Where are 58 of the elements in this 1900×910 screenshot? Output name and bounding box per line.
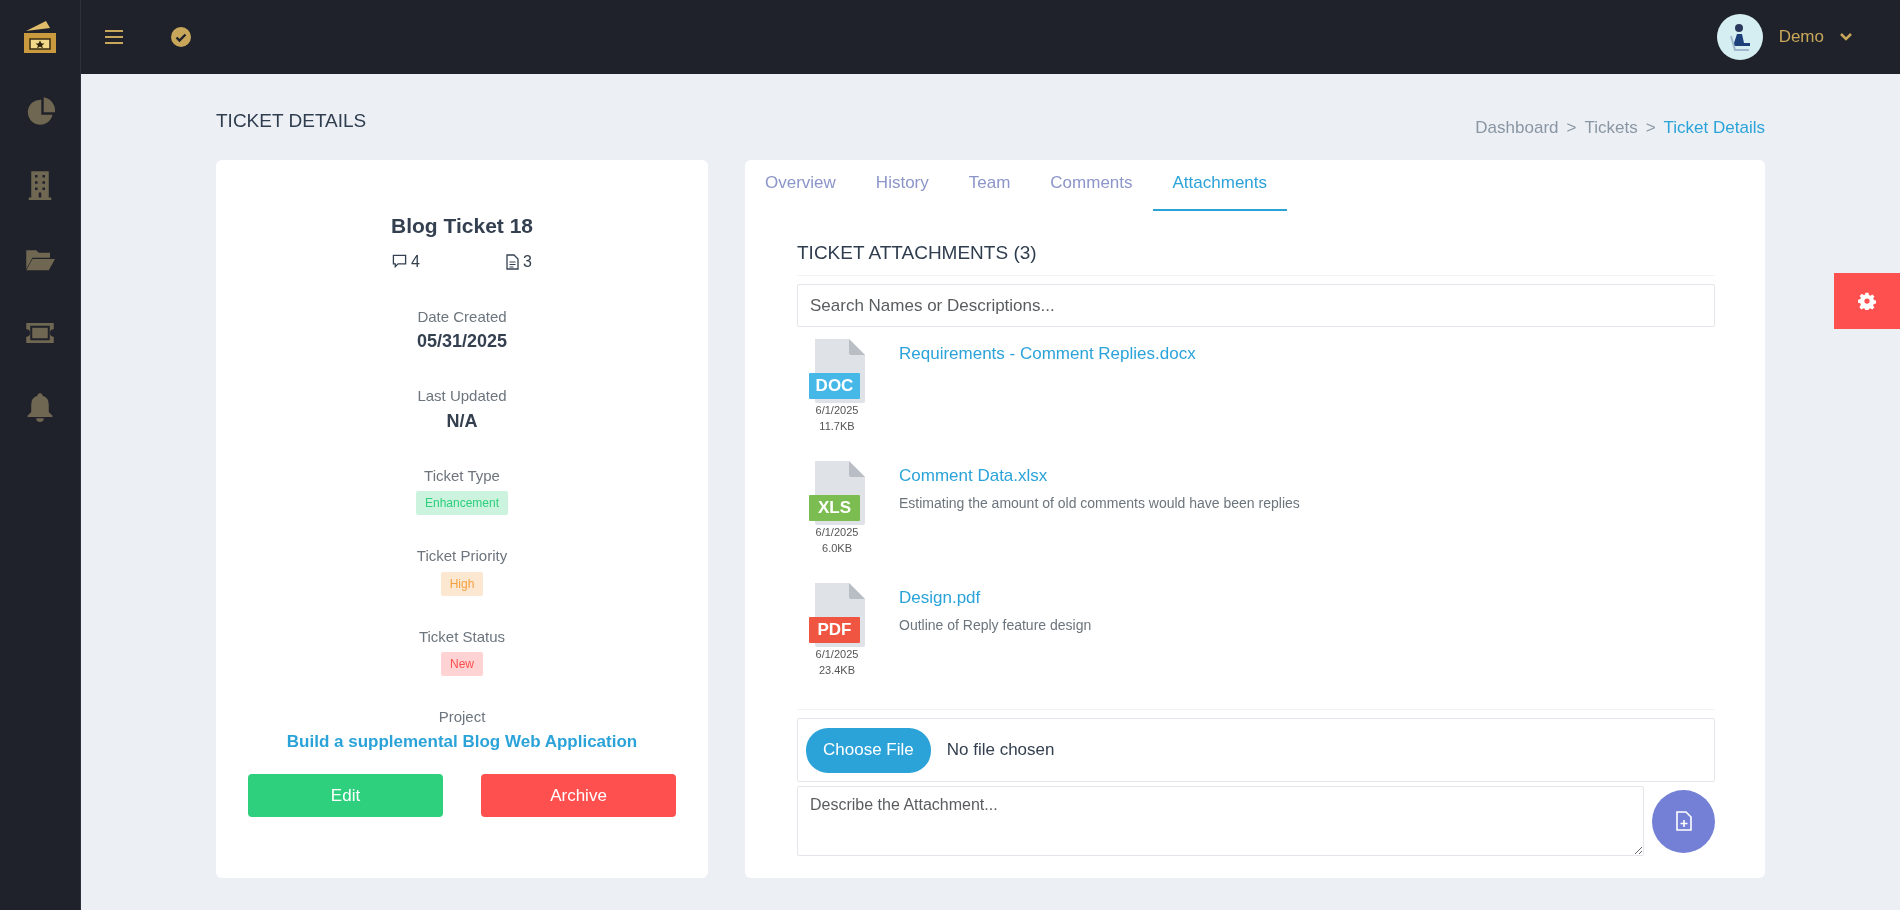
field-label: Ticket Priority [415, 546, 509, 566]
field-value: N/A [445, 409, 479, 433]
tab[interactable]: Team [948, 160, 1031, 211]
ticket-title: Blog Ticket 18 [390, 213, 534, 239]
field-value: 05/31/2025 [415, 330, 509, 353]
breadcrumb-separator: > [1566, 117, 1577, 140]
archive-button[interactable]: Archive [481, 774, 676, 817]
breadcrumb-separator: > [1645, 117, 1656, 140]
description-field[interactable]: Describe the Attachment... [797, 786, 1644, 856]
file-type-label: XLS [809, 495, 860, 521]
tab[interactable]: Attachments [1152, 160, 1288, 211]
settings-button[interactable] [1834, 273, 1900, 329]
tag: Enhancement [415, 491, 509, 515]
field-label: Project [437, 707, 487, 727]
edit-button[interactable]: Edit [248, 774, 443, 817]
field-label: Ticket Type [423, 465, 501, 486]
check-circle-icon[interactable] [171, 27, 191, 47]
file-size: 11.7KB [818, 418, 856, 434]
file-size: 23.4KB [817, 662, 857, 678]
attachment-count: 3 [523, 251, 532, 272]
file-date: 6/1/2025 [814, 525, 860, 540]
bell-icon[interactable] [25, 392, 55, 422]
file-date: 6/1/2025 [814, 403, 860, 418]
field-label: Last Updated [416, 386, 508, 406]
pie-chart-icon[interactable] [25, 96, 55, 126]
file-status: No file chosen [946, 739, 1055, 762]
file-link[interactable]: Design.pdf [899, 588, 981, 607]
file-description: Outline of Reply feature design [899, 615, 1092, 635]
comment-icon [392, 254, 408, 269]
tab[interactable]: Comments [1030, 160, 1153, 211]
tab[interactable]: History [855, 160, 949, 211]
tag: High [440, 571, 484, 596]
tab[interactable]: Overview [745, 160, 856, 211]
file-type-label: PDF [809, 617, 860, 643]
avatar-drawing [1716, 14, 1763, 60]
file-type-label: DOC [809, 373, 860, 399]
user-name[interactable]: Demo [1778, 24, 1824, 50]
section-heading: TICKET ATTACHMENTS (3) [797, 240, 1038, 265]
field-label: Ticket Status [417, 626, 507, 647]
breadcrumb-link[interactable]: Tickets [1584, 115, 1638, 141]
file-plus-icon [1675, 811, 1692, 831]
project-link[interactable]: Build a supplemental Blog Web Application [286, 731, 638, 751]
breadcrumb-link[interactable]: Dashboard [1475, 115, 1559, 141]
file-description: Estimating the amount of old comments would have been replies [899, 493, 1300, 513]
field-label: Date Created [416, 306, 508, 327]
document-icon [506, 253, 519, 270]
caret-icon[interactable] [1840, 33, 1852, 41]
file-link[interactable]: Comment Data.xlsx [899, 466, 1048, 485]
settings-icon [1858, 292, 1876, 310]
page-title: TICKET DETAILS [216, 108, 367, 133]
menu-icon[interactable] [105, 29, 123, 45]
choose-file-button[interactable]: Choose File [806, 727, 931, 773]
comment-count: 4 [411, 251, 420, 272]
file-link[interactable]: Requirements - Comment Replies.docx [899, 344, 1196, 363]
file-date: 6/1/2025 [814, 647, 860, 662]
tag: New [441, 652, 483, 676]
file-size: 6.0KB [821, 540, 853, 556]
search-field[interactable]: Search Names or Descriptions... [797, 284, 1715, 327]
